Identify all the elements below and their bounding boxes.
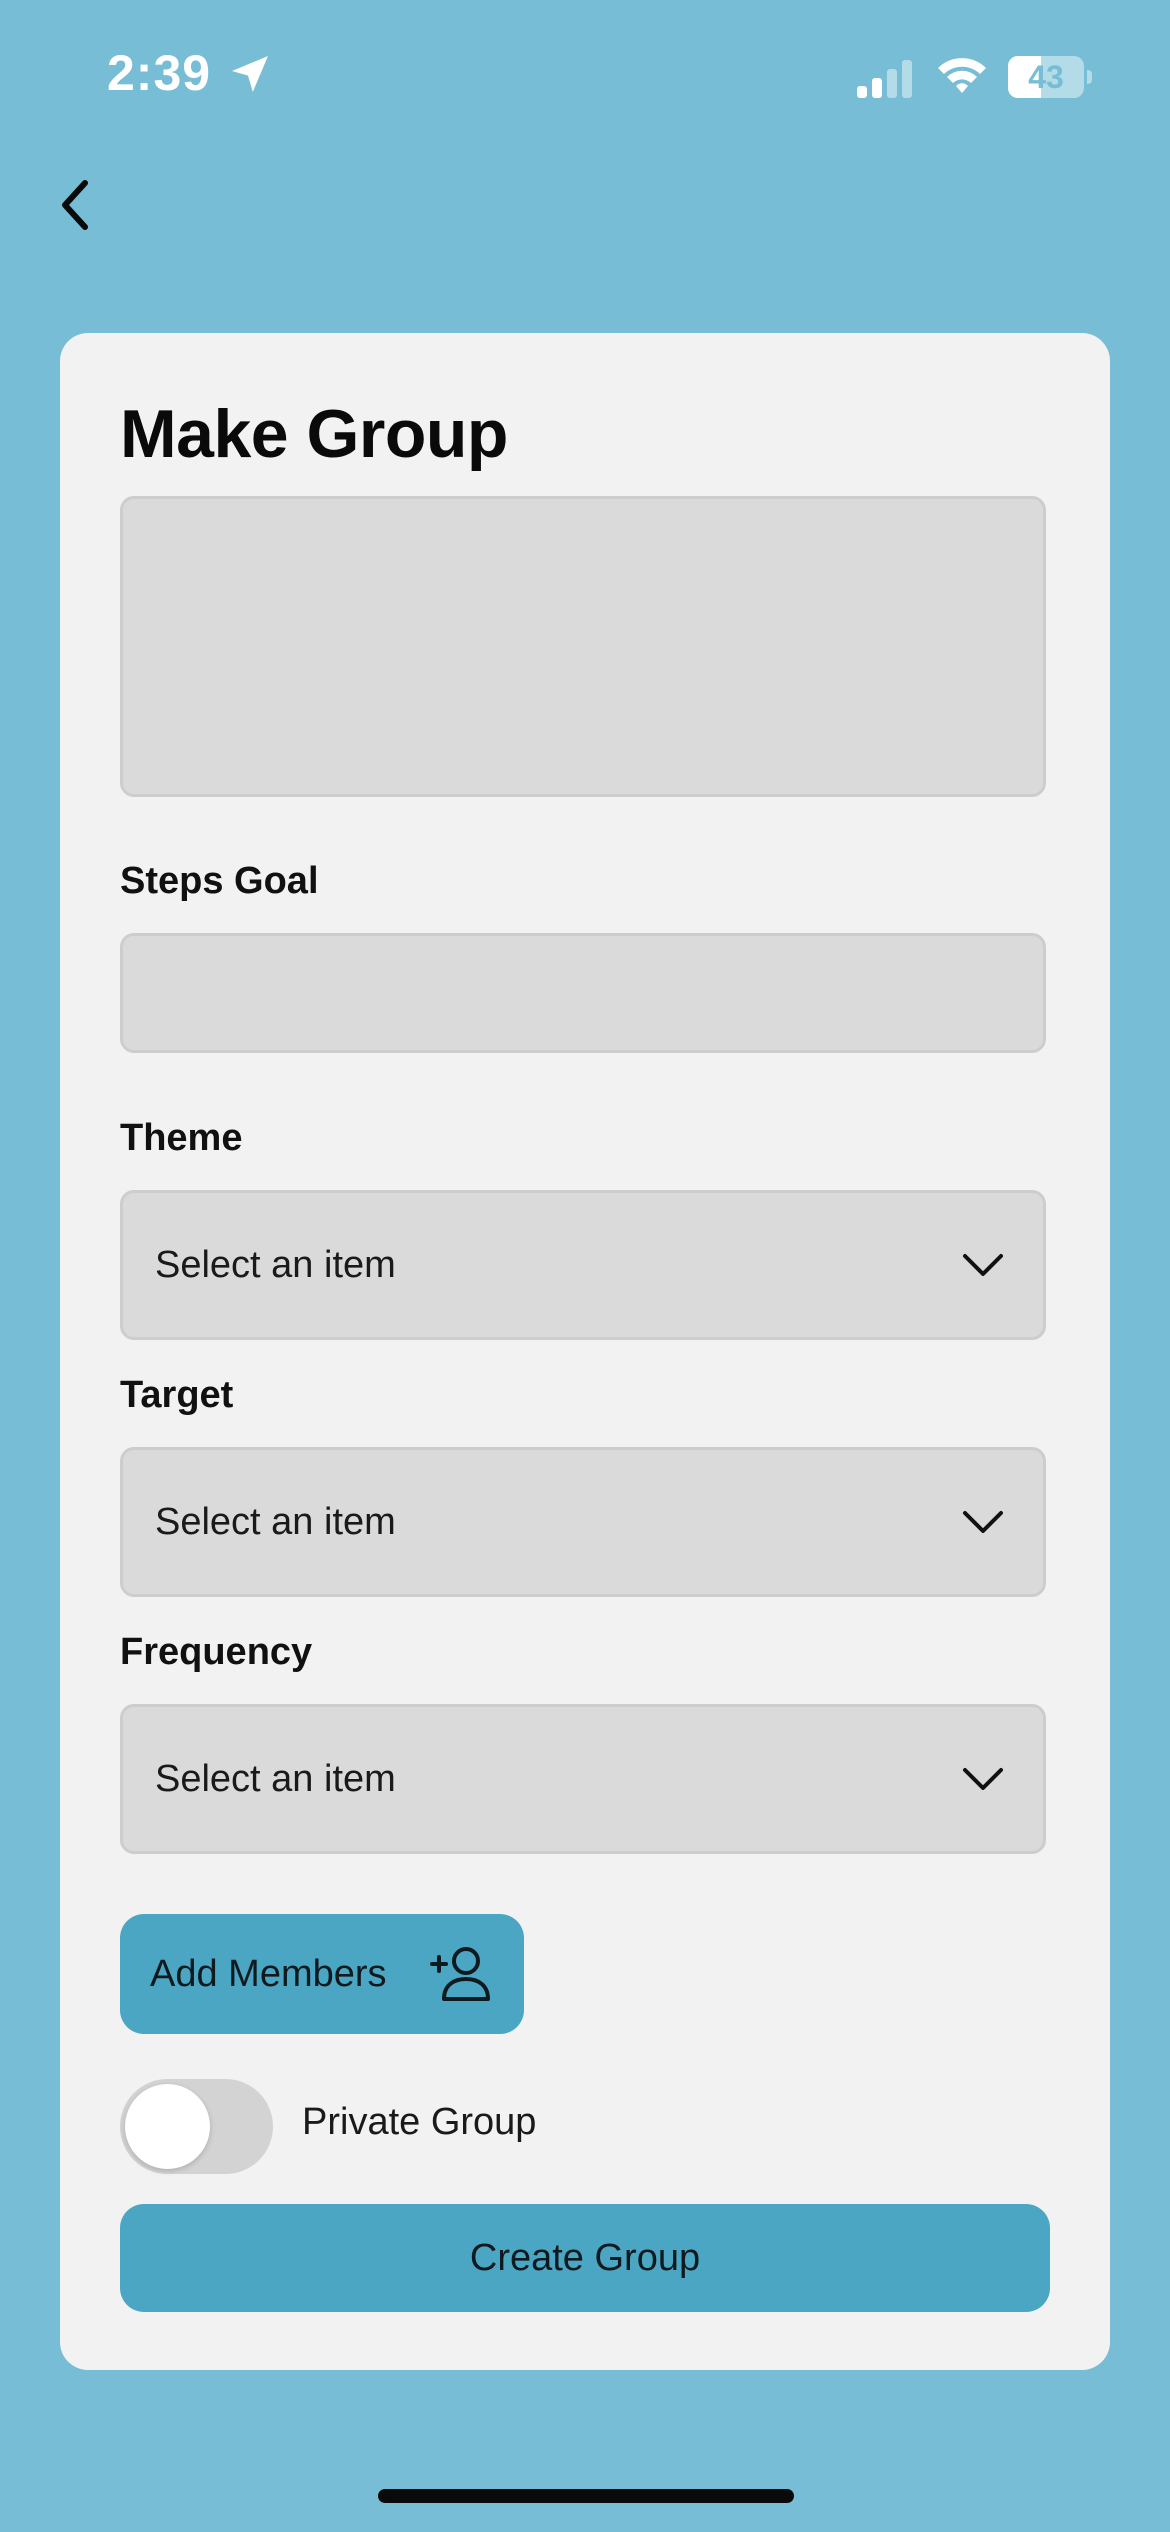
add-user-icon	[430, 1947, 490, 2001]
add-members-label: Add Members	[150, 1953, 387, 1995]
private-group-label: Private Group	[302, 2101, 537, 2143]
back-button[interactable]	[40, 170, 110, 240]
theme-select-value: Select an item	[155, 1243, 396, 1286]
frequency-select-value: Select an item	[155, 1757, 396, 1800]
chevron-down-icon	[963, 1511, 1003, 1533]
battery-icon: 43	[1008, 56, 1092, 98]
target-select[interactable]: Select an item	[120, 1447, 1046, 1597]
battery-level: 43	[1028, 59, 1064, 95]
private-group-toggle[interactable]	[120, 2079, 273, 2174]
frequency-label: Frequency	[120, 1631, 313, 1673]
create-group-button[interactable]: Create Group	[120, 2204, 1050, 2312]
chevron-down-icon	[963, 1768, 1003, 1790]
status-time: 2:39	[107, 45, 212, 101]
cellular-signal-icon	[857, 60, 912, 98]
page-title: Make Group	[120, 396, 508, 472]
make-group-card: Make Group Steps Goal Theme Select an it…	[60, 333, 1110, 2370]
status-bar: 2:39 43	[0, 0, 1170, 150]
steps-goal-label: Steps Goal	[120, 860, 319, 902]
chevron-left-icon	[62, 180, 88, 230]
group-name-textarea[interactable]	[120, 496, 1046, 797]
add-members-button[interactable]: Add Members	[120, 1914, 524, 2034]
theme-label: Theme	[120, 1117, 243, 1159]
theme-select[interactable]: Select an item	[120, 1190, 1046, 1340]
frequency-select[interactable]: Select an item	[120, 1704, 1046, 1854]
target-label: Target	[120, 1374, 234, 1416]
chevron-down-icon	[963, 1254, 1003, 1276]
wifi-icon	[938, 58, 986, 93]
target-select-value: Select an item	[155, 1500, 396, 1543]
location-arrow-icon	[232, 56, 268, 92]
home-indicator	[378, 2489, 794, 2503]
steps-goal-input[interactable]	[120, 933, 1046, 1053]
toggle-knob	[125, 2084, 210, 2169]
